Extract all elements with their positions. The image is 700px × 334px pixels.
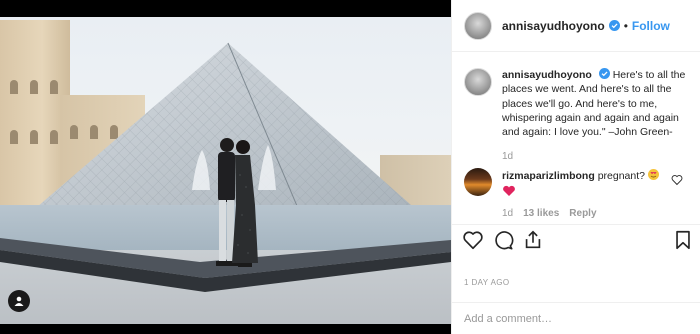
action-bar xyxy=(452,224,700,254)
caption-username[interactable]: annisayudhoyono xyxy=(502,69,592,81)
red-heart-emoji-icon xyxy=(503,185,515,196)
caption-avatar[interactable] xyxy=(464,68,492,96)
caption-text-block: annisayudhoyono Here's to all the places… xyxy=(502,68,694,139)
post-header: annisayudhoyono • Follow xyxy=(452,0,700,52)
caption-time: 1d xyxy=(502,151,514,162)
heart-eyes-emoji-icon xyxy=(647,169,659,180)
post-sidebar: annisayudhoyono • Follow annisayudhoyono… xyxy=(451,0,700,334)
add-comment-input[interactable]: Add a comment… xyxy=(452,302,700,334)
comment-likes[interactable]: 13 likes xyxy=(523,208,559,219)
comment-username[interactable]: rizmaparizlimbong xyxy=(502,170,595,182)
couple-figures xyxy=(216,138,258,267)
comment-meta: 1d 13 likes Reply xyxy=(502,208,597,219)
comment-icon[interactable] xyxy=(492,229,514,251)
user-tag-icon[interactable] xyxy=(8,290,30,312)
comment-text-block: rizmaparizlimbong pregnant? xyxy=(502,168,672,200)
comment-avatar[interactable] xyxy=(464,168,492,196)
post-date: 1 DAY AGO xyxy=(464,278,510,287)
caption: annisayudhoyono Here's to all the places… xyxy=(464,68,694,139)
comment-text: pregnant? xyxy=(597,170,645,182)
avatar[interactable] xyxy=(464,11,492,40)
verified-icon xyxy=(608,20,620,31)
follow-button[interactable]: Follow xyxy=(632,19,670,33)
header-username[interactable]: annisayudhoyono xyxy=(502,19,605,33)
header-separator: • xyxy=(623,18,628,33)
post-photo[interactable] xyxy=(0,0,451,334)
reply-button[interactable]: Reply xyxy=(569,208,596,219)
photo-bottom-letterbox xyxy=(0,324,451,334)
comment-like-heart-icon[interactable] xyxy=(671,174,683,186)
verified-icon xyxy=(598,68,610,79)
share-icon[interactable] xyxy=(522,229,544,251)
bookmark-icon[interactable] xyxy=(672,229,694,251)
comment-time: 1d xyxy=(502,208,514,219)
comment-item: rizmaparizlimbong pregnant? xyxy=(464,168,694,200)
heart-icon[interactable] xyxy=(462,229,484,251)
photo-top-letterbox xyxy=(0,0,451,17)
